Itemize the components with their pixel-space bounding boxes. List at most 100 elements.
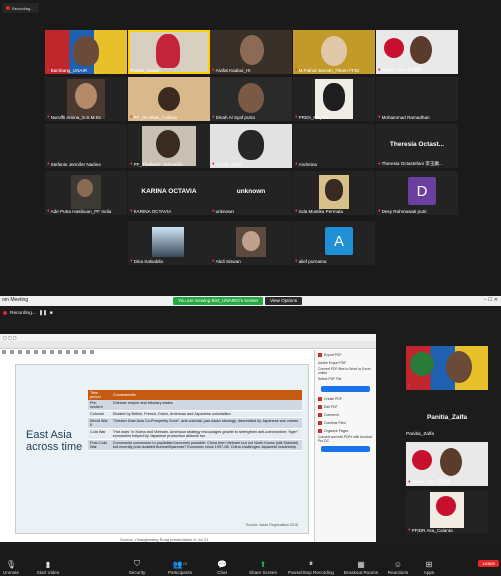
mic-muted-icon: ♦ [378,67,381,73]
participant-tile[interactable]: ♦ Dinah Al Syaf putra [210,77,292,121]
table-header: Time period [88,390,111,400]
leave-button[interactable]: Leave [478,560,499,567]
participant-tile[interactable]: ♦ Ade Putra Hasibuan_PF India [45,171,127,215]
mic-muted-icon: ♦ [295,259,298,264]
security-button[interactable]: ⛉ Security [122,551,152,575]
side-panel-item[interactable]: Edit PDF [318,404,373,410]
gallery-view: Recording... ♦ Bambang_UNAIR Panitia_Azza… [0,0,501,292]
recording-label: Recording... [12,5,34,11]
start-free-trial-button[interactable] [321,446,370,452]
side-panel-item[interactable]: Select PDF File [318,376,373,382]
recording-indicator[interactable]: Recording... ❚❚ ■ [3,308,53,318]
table-cell: "Greater East Asia Co-Prosperity Zone", … [110,417,302,429]
participant-tile[interactable]: ♦ PFIDR Asa_Calanta [406,490,488,534]
participant-tile[interactable]: ♦ Nuruffti Amina_S.S.M.Sc [45,77,127,121]
record-dot-icon [3,311,7,315]
participant-name: KARINA OCTAVIA [133,209,172,214]
breakout-rooms-button[interactable]: ▦ Breakout Rooms [342,551,380,576]
participant-display-name: KARINA OCTAVIA [141,188,197,195]
apps-icon: ⊞ [425,559,433,569]
table-row: Post-Cold War Communist conversion to ca… [88,439,302,451]
edit-pdf-icon [318,405,322,409]
side-panel-item[interactable]: Create PDF [318,396,373,402]
participant-tile[interactable]: ♦ Abdi Siswan [210,221,292,265]
participant-tile[interactable]: ♦ PF_DLAtlasi_Cullima [128,77,210,121]
participant-tile-active-speaker[interactable]: ♦ [406,346,488,390]
participant-display-name: Panitia_Zalfa [426,414,468,421]
mic-muted-icon: ♦ [47,115,50,120]
participant-tile[interactable]: unknown ♦ unknown [210,171,292,215]
participant-tile[interactable]: ♦ rasyar_tayu 苏丽娜 [406,442,488,486]
slide-table: Time period Characteristic Pre-modern Ch… [88,390,302,451]
participant-tile[interactable]: Theresia Octast... ♦ Theresia Octastefani… [376,124,458,168]
participant-tile[interactable]: ♦ M.Palhul Jannah_Fikom FFID [293,30,375,74]
export-pdf-icon [318,353,322,357]
record-icon: ⏸ [309,559,313,568]
participant-tile[interactable]: ♦ inda Mustika Permata [293,171,375,215]
share-icon: ⬆ [259,559,267,569]
table-cell: Pre-modern [88,400,111,411]
mic-muted-icon: ♦ [130,115,133,120]
slide-source: Source: Asian Regionalism 2018 [246,523,298,527]
participant-tile[interactable]: ♦ PRIDI_May Illa [293,77,375,121]
organize-pages-icon [318,429,322,433]
pause-icon[interactable]: ❚❚ [39,311,47,316]
mic-muted-icon: ♦ [408,527,411,533]
reactions-button[interactable]: ☺ Reactions [384,551,412,576]
window-controls[interactable]: – ☐ ✕ [484,297,498,303]
menu-item[interactable]: ▢ ▢ ▢ [3,335,17,340]
apps-button[interactable]: ⊞ Apps [420,551,438,576]
pause-stop-recording-button[interactable]: ⏸ Pause/Stop Recording [286,551,336,575]
convert-button[interactable] [321,386,370,392]
participant-name: sanyar_tayu 苏丽娜 [381,67,422,72]
participant-tile[interactable]: KARINA OCTAVIA ♦ KARINA OCTAVIA [128,171,210,215]
participants-icon: 👥 29 [172,559,188,569]
participant-tile[interactable]: ♦ Andreina [293,124,375,168]
table-cell: Cold War [88,428,111,440]
mic-muted-icon: ♦ [212,162,215,167]
start-video-button[interactable]: ▮ Start Video [28,551,68,576]
participant-tile[interactable]: A ♦ alief purnama [293,221,375,265]
side-panel-item[interactable]: Organize Pages [318,428,373,434]
view-options-button[interactable]: View Options [265,297,303,305]
side-panel-item[interactable]: Export PDF [318,352,373,358]
mic-muted-icon: ♦ [47,209,50,214]
slide-caption: Source: Changhwang Rung presentation in … [120,537,209,542]
participant-tile[interactable]: ♦ Dina Salsabila [128,221,210,265]
share-screen-button[interactable]: ⬆ Share Screen [246,551,280,576]
participants-button[interactable]: 👥 29 Participants [162,551,198,576]
mic-muted-icon: ♦ [130,162,133,167]
participant-tile[interactable]: D ♦ Desy Rahmawati putri [376,171,458,215]
table-row: Cold War "Hot wars" in Korea and Vietnam… [88,428,302,440]
participant-tile[interactable]: ♦ Arafat Kaabui_HI [210,30,292,74]
stop-icon[interactable]: ■ [50,311,53,316]
side-panel-item[interactable]: Comment [318,412,373,418]
unmute-button[interactable]: 🎙 Unmute [0,551,22,576]
shield-icon: ⛉ [134,559,140,568]
table-row: World War II "Greater East Asia Co-Prosp… [88,417,302,429]
participant-tile[interactable]: ♦ sanyar_tayu 苏丽娜 [376,30,458,74]
window-title: om Meeting [2,297,29,303]
shared-screen[interactable]: ▢ ▢ ▢ East Asia across time Time period … [0,334,376,542]
participant-name: Panitia_Azzah [130,68,160,73]
side-panel-item[interactable]: Combine Files [318,420,373,426]
participant-name: Ade Putra Hasibuan_PF India [50,209,112,214]
chat-button[interactable]: 💬 Chat [212,551,232,576]
record-dot-icon [6,6,10,10]
table-row: Colonial Divided by British, French, Dut… [88,410,302,418]
combine-files-icon [318,421,322,425]
participant-tile-active-speaker[interactable]: Panitia_Azzah [128,30,210,74]
participant-tile[interactable]: ♦ Stefanie Jennifer Nadine [45,124,127,168]
participant-tile[interactable]: ♦ PF_Thailand - Dzinuidin [128,124,210,168]
table-cell: "Hot wars" in Korea and Vietnam. America… [110,428,302,440]
participant-tile[interactable]: ♦ Bambang_UNAIR [45,30,127,74]
participant-tile[interactable]: ♦ Azuitir_Zalfa [210,124,292,168]
participant-tile[interactable]: ♦ Mohammad Ramadhan [376,77,458,121]
recording-indicator[interactable]: Recording... [3,3,39,13]
mic-muted-icon: ♦ [212,259,215,264]
participant-name: unknown [215,209,234,214]
participant-name: PF_DLAtlasi_Cullima [133,115,177,120]
participant-name: Mohammad Ramadhan [381,115,430,120]
side-panel-item: Convert PDF files to Word or Excel onlin… [318,367,371,375]
mic-muted-icon: ♦ [378,209,381,214]
